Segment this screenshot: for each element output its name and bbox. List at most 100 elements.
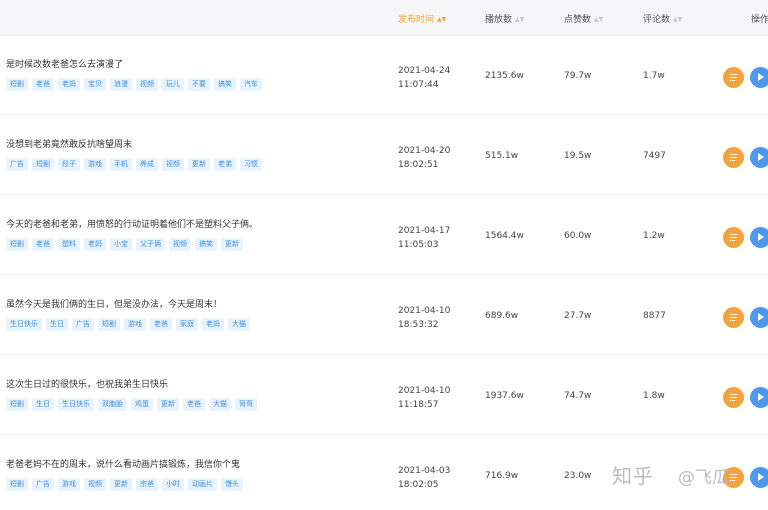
tag[interactable]: 大猫 (209, 398, 231, 411)
publish-datetime: 2021-04-17 11:05:03 (398, 224, 450, 252)
publish-datetime: 2021-04-03 18:02:05 (398, 464, 450, 492)
tag[interactable]: 生日 (46, 318, 68, 331)
likes-header[interactable]: 点赞数 ▲▼ (564, 12, 603, 25)
tag[interactable]: 玩儿 (162, 78, 184, 91)
tag[interactable]: 汽车 (240, 78, 262, 91)
tag[interactable]: 老爸 (183, 398, 205, 411)
video-title[interactable]: 老爸老妈不在的周末，说什么看动画片搞锻炼，我信你个鬼 (6, 457, 240, 470)
tag[interactable]: 老弟 (214, 158, 236, 171)
sort-icon[interactable]: ▲▼ (594, 16, 603, 23)
tag[interactable]: 习惯 (240, 158, 262, 171)
tag[interactable]: 生日快乐 (6, 318, 42, 331)
tag-list: 生日快乐 生日 广告 短剧 游戏 老爸 家庭 老妈 大猫 (6, 318, 254, 331)
table-row: 虽然今天是我们俩的生日，但是没办法，今天是周末！ 生日快乐 生日 广告 短剧 游戏 老爸 家庭… (0, 276, 768, 355)
sort-icon[interactable]: ▲▼ (515, 16, 524, 23)
tag[interactable]: 游戏 (58, 478, 80, 491)
tag[interactable]: 老妈 (84, 238, 106, 251)
list-icon[interactable] (723, 387, 744, 408)
play-icon[interactable] (750, 387, 768, 408)
tag[interactable]: 生日 (32, 398, 54, 411)
tag[interactable]: 广告 (6, 158, 28, 171)
publish-datetime: 2021-04-20 18:02:51 (398, 144, 450, 172)
video-title[interactable]: 是时候改数老爸怎么去演漫了 (6, 57, 123, 70)
list-icon[interactable] (723, 67, 744, 88)
video-title[interactable]: 虽然今天是我们俩的生日，但是没办法，今天是周末！ (6, 297, 222, 310)
list-icon[interactable] (723, 227, 744, 248)
publish-date: 2021-04-10 (398, 386, 451, 396)
tag[interactable]: 更新 (157, 398, 179, 411)
plays-header[interactable]: 播放数 ▲▼ (485, 12, 524, 25)
tag[interactable]: 老爸 (32, 78, 54, 91)
tag[interactable]: 段子 (58, 158, 80, 171)
tag[interactable]: 生日快乐 (58, 398, 94, 411)
tag[interactable]: 老爸 (32, 238, 54, 251)
publish-date: 2021-04-20 (398, 146, 451, 156)
publish-time: 18:02:05 (398, 480, 439, 490)
tag[interactable]: 哥哥 (235, 398, 257, 411)
sort-icon[interactable]: ▲▼ (437, 16, 446, 23)
comment-count: 8877 (643, 311, 666, 321)
play-icon[interactable] (750, 227, 768, 248)
tag[interactable]: 老妈 (202, 318, 224, 331)
tag[interactable]: 大猫 (228, 318, 250, 331)
publish-time: 11:18:57 (398, 400, 439, 410)
tag[interactable]: 小时 (162, 478, 184, 491)
tag[interactable]: 浪漫 (110, 78, 132, 91)
tag[interactable]: 更新 (221, 238, 243, 251)
video-title[interactable]: 今天的老爸和老弟，用愤怒的行动证明着他们不是塑料父子俩。 (6, 217, 258, 230)
comments-header[interactable]: 评论数 ▲▼ (643, 12, 682, 25)
likes-label: 点赞数 (564, 15, 592, 25)
play-icon[interactable] (750, 67, 768, 88)
play-icon[interactable] (750, 147, 768, 168)
tag[interactable]: 短剧 (6, 78, 28, 91)
tag[interactable]: 塑料 (58, 238, 80, 251)
tag[interactable]: 老妈 (58, 78, 80, 91)
tag[interactable]: 动画片 (188, 478, 217, 491)
tag[interactable]: 短剧 (6, 398, 28, 411)
play-icon[interactable] (750, 467, 768, 488)
play-count: 1937.6w (485, 391, 524, 401)
tag[interactable]: 手机 (110, 158, 132, 171)
list-icon[interactable] (723, 147, 744, 168)
tag[interactable]: 鸡蛋 (131, 398, 153, 411)
tag[interactable]: 视频 (84, 478, 106, 491)
publish-date: 2021-04-03 (398, 466, 451, 476)
like-count: 23.0w (564, 471, 592, 481)
tag[interactable]: 短剧 (6, 478, 28, 491)
list-icon[interactable] (723, 307, 744, 328)
tag[interactable]: 宗爸 (136, 478, 158, 491)
publish-time-label: 发布时间 (398, 15, 435, 25)
tag[interactable]: 更新 (188, 158, 210, 171)
tag[interactable]: 不要 (188, 78, 210, 91)
tag[interactable]: 父子俩 (136, 238, 165, 251)
tag[interactable]: 搞笑 (195, 238, 217, 251)
video-title[interactable]: 没想到老弟竟然敢反抗啥望周末 (6, 137, 132, 150)
tag[interactable]: 视频 (162, 158, 184, 171)
play-count: 2135.6w (485, 71, 524, 81)
tag[interactable]: 搞笑 (214, 78, 236, 91)
sort-icon[interactable]: ▲▼ (673, 16, 682, 23)
tag[interactable]: 更新 (110, 478, 132, 491)
tag[interactable]: 馒头 (221, 478, 243, 491)
tag[interactable]: 视频 (169, 238, 191, 251)
tag[interactable]: 老爸 (150, 318, 172, 331)
tag[interactable]: 短剧 (98, 318, 120, 331)
video-title[interactable]: 这次生日过的很快乐，也祝我弟生日快乐 (6, 377, 168, 390)
tag[interactable]: 视频 (136, 78, 158, 91)
tag[interactable]: 短剧 (6, 238, 28, 251)
tag[interactable]: 家庭 (176, 318, 198, 331)
tag[interactable]: 双胞胎 (98, 398, 127, 411)
tag[interactable]: 广告 (32, 478, 54, 491)
tag[interactable]: 游戏 (124, 318, 146, 331)
tag[interactable]: 养成 (136, 158, 158, 171)
tag[interactable]: 宝贝 (84, 78, 106, 91)
tag[interactable]: 游戏 (84, 158, 106, 171)
tag[interactable]: 广告 (72, 318, 94, 331)
like-count: 79.7w (564, 71, 592, 81)
publish-date: 2021-04-24 (398, 66, 451, 76)
tag[interactable]: 短剧 (32, 158, 54, 171)
like-count: 60.0w (564, 231, 592, 241)
publish-time-header[interactable]: 发布时间 ▲▼ (398, 12, 446, 25)
tag[interactable]: 小宝 (110, 238, 132, 251)
play-icon[interactable] (750, 307, 768, 328)
